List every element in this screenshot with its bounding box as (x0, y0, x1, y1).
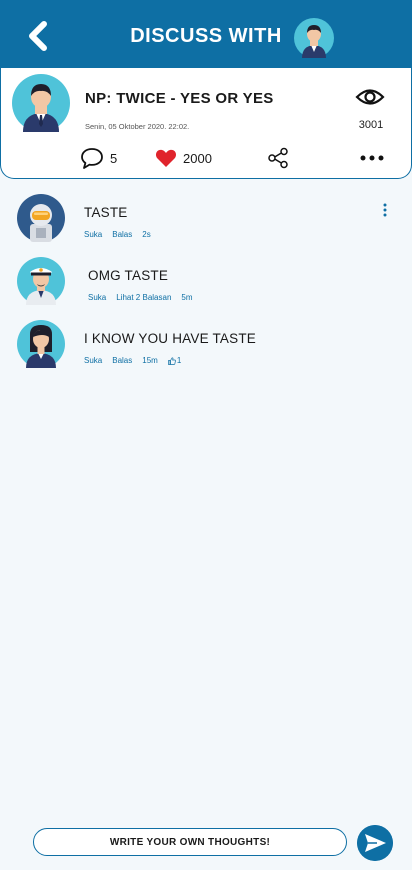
captain-avatar[interactable] (17, 257, 65, 305)
comment-meta: Suka Balas 2s (84, 230, 161, 239)
comment-icon (81, 148, 103, 169)
comment-time: 2s (142, 230, 151, 239)
like-count: 2000 (183, 150, 212, 166)
like-link[interactable]: Suka (88, 293, 106, 302)
comment-meta: Suka Balas 15m 1 (84, 356, 201, 365)
more-vertical-icon[interactable] (381, 203, 389, 217)
thumbs-up-icon (167, 357, 176, 365)
post-card: NP: TWICE - YES OR YES Senin, 05 Oktober… (0, 68, 412, 179)
comment-time: 5m (181, 293, 193, 302)
reaction-count-value: 1 (176, 356, 182, 365)
share-icon (268, 147, 288, 169)
comment-text: TASTE (84, 205, 128, 220)
share-button[interactable] (267, 146, 289, 170)
top-app-bar: DISCUSS WITH (0, 0, 412, 68)
comment-count: 5 (110, 150, 118, 166)
post-date: Senin, 05 Oktober 2020. 22:02. (85, 122, 190, 131)
more-options-button[interactable] (360, 146, 384, 170)
comment-input-placeholder: WRITE YOUR OWN THOUGHTS! (109, 836, 271, 848)
like-button[interactable]: 2000 (155, 146, 212, 170)
send-icon[interactable] (357, 825, 393, 861)
woman-avatar[interactable] (17, 320, 65, 368)
post-title: NP: TWICE - YES OR YES (85, 90, 274, 107)
like-link[interactable]: Suka (84, 356, 102, 365)
comment-text: OMG TASTE (88, 268, 169, 283)
view-replies-link[interactable]: Lihat 2 Balasan (116, 293, 171, 302)
more-horizontal-icon (360, 155, 384, 161)
author-avatar[interactable] (12, 74, 70, 132)
comment-item: I KNOW YOU HAVE TASTE Suka Balas 15m 1 (0, 320, 412, 372)
heart-icon (155, 149, 177, 167)
eye-icon (355, 89, 385, 105)
comment-text: I KNOW YOU HAVE TASTE (84, 331, 256, 346)
reply-link[interactable]: Balas (112, 230, 132, 239)
astronaut-avatar[interactable] (17, 194, 65, 242)
user-avatar[interactable] (294, 18, 334, 58)
comment-item: OMG TASTE Suka Lihat 2 Balasan 5m (0, 257, 412, 309)
reaction-count: 1 (167, 356, 191, 365)
reply-link[interactable]: Balas (112, 356, 132, 365)
comment-time: 15m (142, 356, 158, 365)
page-title: DISCUSS WITH (130, 25, 282, 47)
view-count: 3001 (358, 119, 384, 131)
like-link[interactable]: Suka (84, 230, 102, 239)
comment-button[interactable]: 5 (80, 146, 117, 170)
comment-input[interactable]: WRITE YOUR OWN THOUGHTS! (33, 828, 347, 856)
comment-meta: Suka Lihat 2 Balasan 5m (88, 293, 203, 302)
comment-item: TASTE Suka Balas 2s (0, 194, 412, 246)
